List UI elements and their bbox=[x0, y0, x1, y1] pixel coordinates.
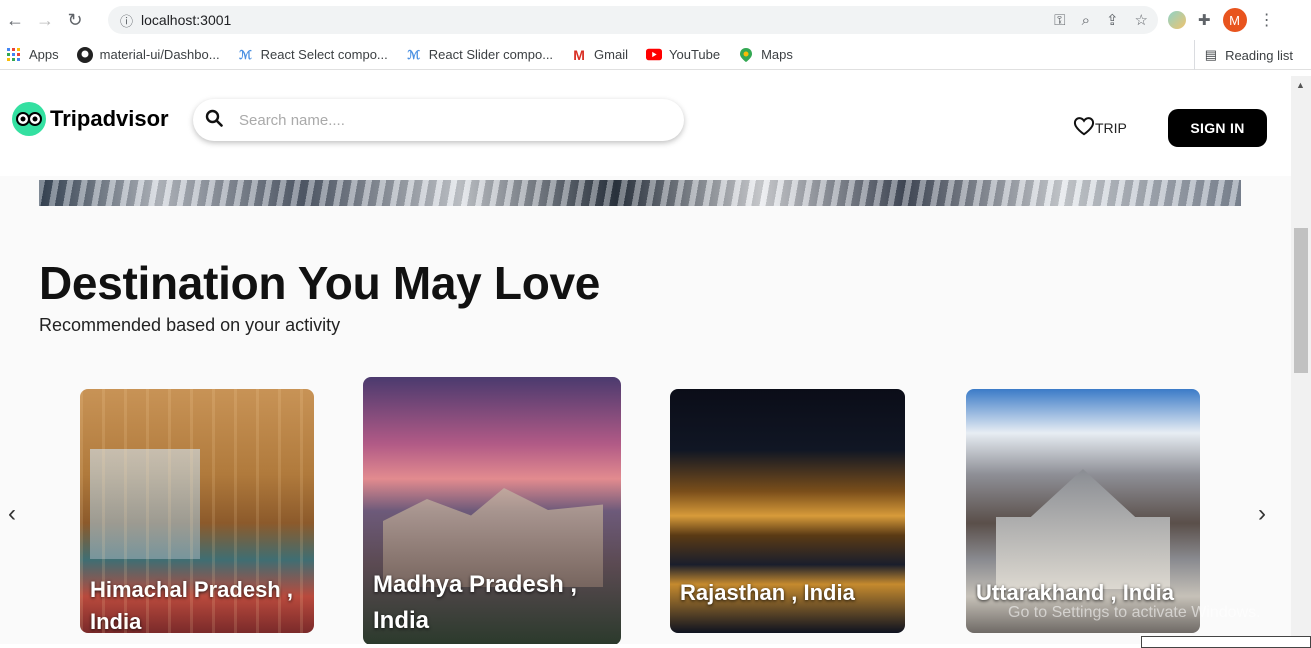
destination-card-madhya-pradesh[interactable]: Madhya Pradesh , India bbox=[363, 377, 621, 644]
card-label: Rajasthan , India bbox=[680, 580, 855, 605]
address-bar[interactable]: ⓘ localhost:3001 ⚿ ⌕ ⇪ ☆ bbox=[108, 6, 1158, 34]
zoom-icon[interactable]: ⌕ bbox=[1082, 12, 1090, 29]
brand-name: Tripadvisor bbox=[50, 106, 169, 131]
card-label: Madhya Pradesh , India bbox=[373, 571, 578, 634]
hero-banner-image bbox=[39, 180, 1241, 206]
bookmark-apps[interactable]: Apps bbox=[6, 47, 59, 63]
section-title: Destination You May Love bbox=[39, 257, 601, 309]
gmail-icon: M bbox=[573, 46, 585, 63]
taskbar-tooltip-fragment bbox=[1141, 636, 1311, 648]
search-bar[interactable] bbox=[193, 99, 684, 141]
back-icon[interactable]: ← bbox=[0, 5, 30, 35]
avatar[interactable]: M bbox=[1222, 8, 1247, 32]
windows-activation-watermark: Go to Settings to activate Windows. bbox=[1008, 604, 1261, 621]
bookmark-label: YouTube bbox=[669, 47, 721, 62]
reading-list-icon: ▤ bbox=[1204, 47, 1218, 62]
bookmark-label: material-ui/Dashbo... bbox=[99, 47, 220, 62]
carousel-next-arrow[interactable]: › bbox=[1258, 500, 1266, 528]
reload-icon[interactable]: ↻ bbox=[60, 5, 90, 35]
bookmark-label: Apps bbox=[29, 47, 59, 62]
react-icon: ℳ bbox=[239, 47, 253, 62]
destination-card-rajasthan[interactable]: Rajasthan , India bbox=[670, 389, 905, 633]
owl-logo-icon bbox=[12, 102, 46, 136]
section-subtitle: Recommended based on your activity bbox=[39, 315, 341, 335]
reading-list-label: Reading list bbox=[1225, 47, 1293, 63]
tripadvisor-logo[interactable]: Tripadvisor bbox=[12, 102, 169, 136]
trip-label: TRIP bbox=[1095, 119, 1127, 136]
apps-grid-icon bbox=[6, 47, 22, 63]
search-icon bbox=[205, 109, 223, 132]
bookmark-react-slider[interactable]: ℳ React Slider compo... bbox=[406, 47, 553, 63]
key-icon[interactable]: ⚿ bbox=[1054, 12, 1065, 29]
forward-icon[interactable]: → bbox=[30, 5, 60, 35]
site-header: Tripadvisor TRIP SIGN IN bbox=[0, 76, 1291, 176]
card-label: Himachal Pradesh , India bbox=[90, 577, 293, 633]
search-input[interactable] bbox=[239, 111, 639, 129]
carousel-prev-arrow[interactable]: ‹ bbox=[8, 500, 16, 528]
trip-button[interactable]: TRIP bbox=[1073, 116, 1127, 139]
bookmark-label: Gmail bbox=[594, 47, 628, 62]
bookmarks-bar: Apps material-ui/Dashbo... ℳ React Selec… bbox=[0, 40, 1311, 70]
react-icon: ℳ bbox=[407, 47, 421, 62]
url-text: localhost:3001 bbox=[141, 12, 232, 28]
bookmark-gmail[interactable]: M Gmail bbox=[571, 47, 628, 63]
extension-icon[interactable] bbox=[1168, 11, 1186, 29]
star-icon[interactable]: ☆ bbox=[1135, 11, 1148, 29]
puzzle-icon[interactable]: ✚ bbox=[1198, 11, 1211, 29]
bookmark-material-ui[interactable]: material-ui/Dashbo... bbox=[76, 46, 220, 63]
scroll-thumb[interactable] bbox=[1294, 228, 1308, 373]
bookmark-react-select[interactable]: ℳ React Select compo... bbox=[238, 47, 388, 63]
bookmark-maps[interactable]: Maps bbox=[738, 47, 793, 63]
menu-icon[interactable]: ⋮ bbox=[1259, 10, 1275, 30]
heart-icon bbox=[1073, 116, 1095, 139]
destination-card-himachal[interactable]: Himachal Pradesh , India bbox=[80, 389, 314, 633]
browser-toolbar: ← → ↻ ⓘ localhost:3001 ⚿ ⌕ ⇪ ☆ ✚ M ⋮ bbox=[0, 0, 1311, 40]
destination-card-uttarakhand[interactable]: Uttarakhand , India bbox=[966, 389, 1200, 633]
sign-in-button[interactable]: SIGN IN bbox=[1168, 109, 1267, 147]
share-icon[interactable]: ⇪ bbox=[1106, 11, 1119, 29]
page-viewport: Tripadvisor TRIP SIGN IN Destination You… bbox=[0, 76, 1291, 644]
maps-icon bbox=[738, 47, 754, 63]
bookmark-label: React Slider compo... bbox=[428, 47, 554, 62]
info-icon[interactable]: ⓘ bbox=[120, 11, 133, 30]
scroll-up-icon[interactable]: ▲ bbox=[1296, 80, 1305, 90]
bookmark-label: React Select compo... bbox=[260, 47, 388, 62]
youtube-icon bbox=[646, 47, 662, 63]
bookmark-youtube[interactable]: YouTube bbox=[646, 47, 720, 63]
github-icon bbox=[76, 46, 93, 63]
bookmark-label: Maps bbox=[761, 47, 793, 62]
page-scrollbar[interactable]: ▲ bbox=[1291, 76, 1311, 644]
reading-list[interactable]: ▤ Reading list bbox=[1193, 40, 1293, 70]
